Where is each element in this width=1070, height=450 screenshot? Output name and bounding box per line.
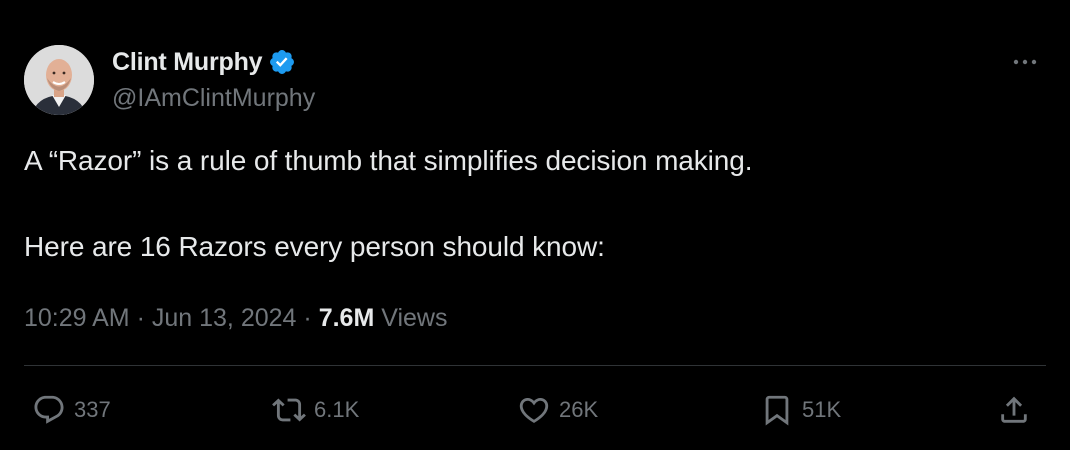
avatar-image (24, 45, 94, 115)
tweet-card: Clint Murphy @IAmClintMurphy A “Razor” i… (0, 0, 1070, 450)
tweet-text-line-2: Here are 16 Razors every person should k… (24, 231, 605, 262)
avatar[interactable] (24, 45, 94, 115)
author-handle[interactable]: @IAmClintMurphy (112, 84, 315, 113)
share-icon (1001, 396, 1027, 423)
meta-separator: · (136, 304, 145, 332)
views-count[interactable]: 7.6M (319, 304, 375, 332)
views-label[interactable]: Views (381, 304, 447, 332)
retweet-icon (272, 398, 306, 422)
verified-badge-icon[interactable] (268, 48, 296, 76)
bookmark-button[interactable]: 51K (760, 392, 841, 428)
share-button[interactable] (997, 392, 1031, 428)
meta-separator: · (303, 304, 312, 332)
more-horizontal-icon[interactable] (1010, 50, 1040, 74)
reply-button[interactable]: 337 (32, 392, 111, 428)
tweet-date[interactable]: Jun 13, 2024 (152, 304, 297, 332)
retweet-button[interactable]: 6.1K (272, 392, 359, 428)
author-name-row[interactable]: Clint Murphy (112, 46, 296, 78)
heart-icon (519, 397, 549, 423)
bookmark-icon (765, 395, 789, 426)
reply-count: 337 (74, 397, 111, 422)
reply-icon (34, 395, 64, 424)
tweet-time[interactable]: 10:29 AM (24, 304, 130, 332)
divider (24, 365, 1046, 366)
like-button[interactable]: 26K (517, 392, 598, 428)
tweet-text-line-1: A “Razor” is a rule of thumb that simpli… (24, 145, 753, 176)
retweet-count: 6.1K (314, 397, 360, 422)
like-count: 26K (559, 397, 599, 422)
bookmark-count: 51K (802, 397, 842, 422)
author-display-name[interactable]: Clint Murphy (112, 48, 263, 77)
tweet-meta: 10:29 AM · Jun 13, 2024 · 7.6M Views (24, 304, 447, 333)
